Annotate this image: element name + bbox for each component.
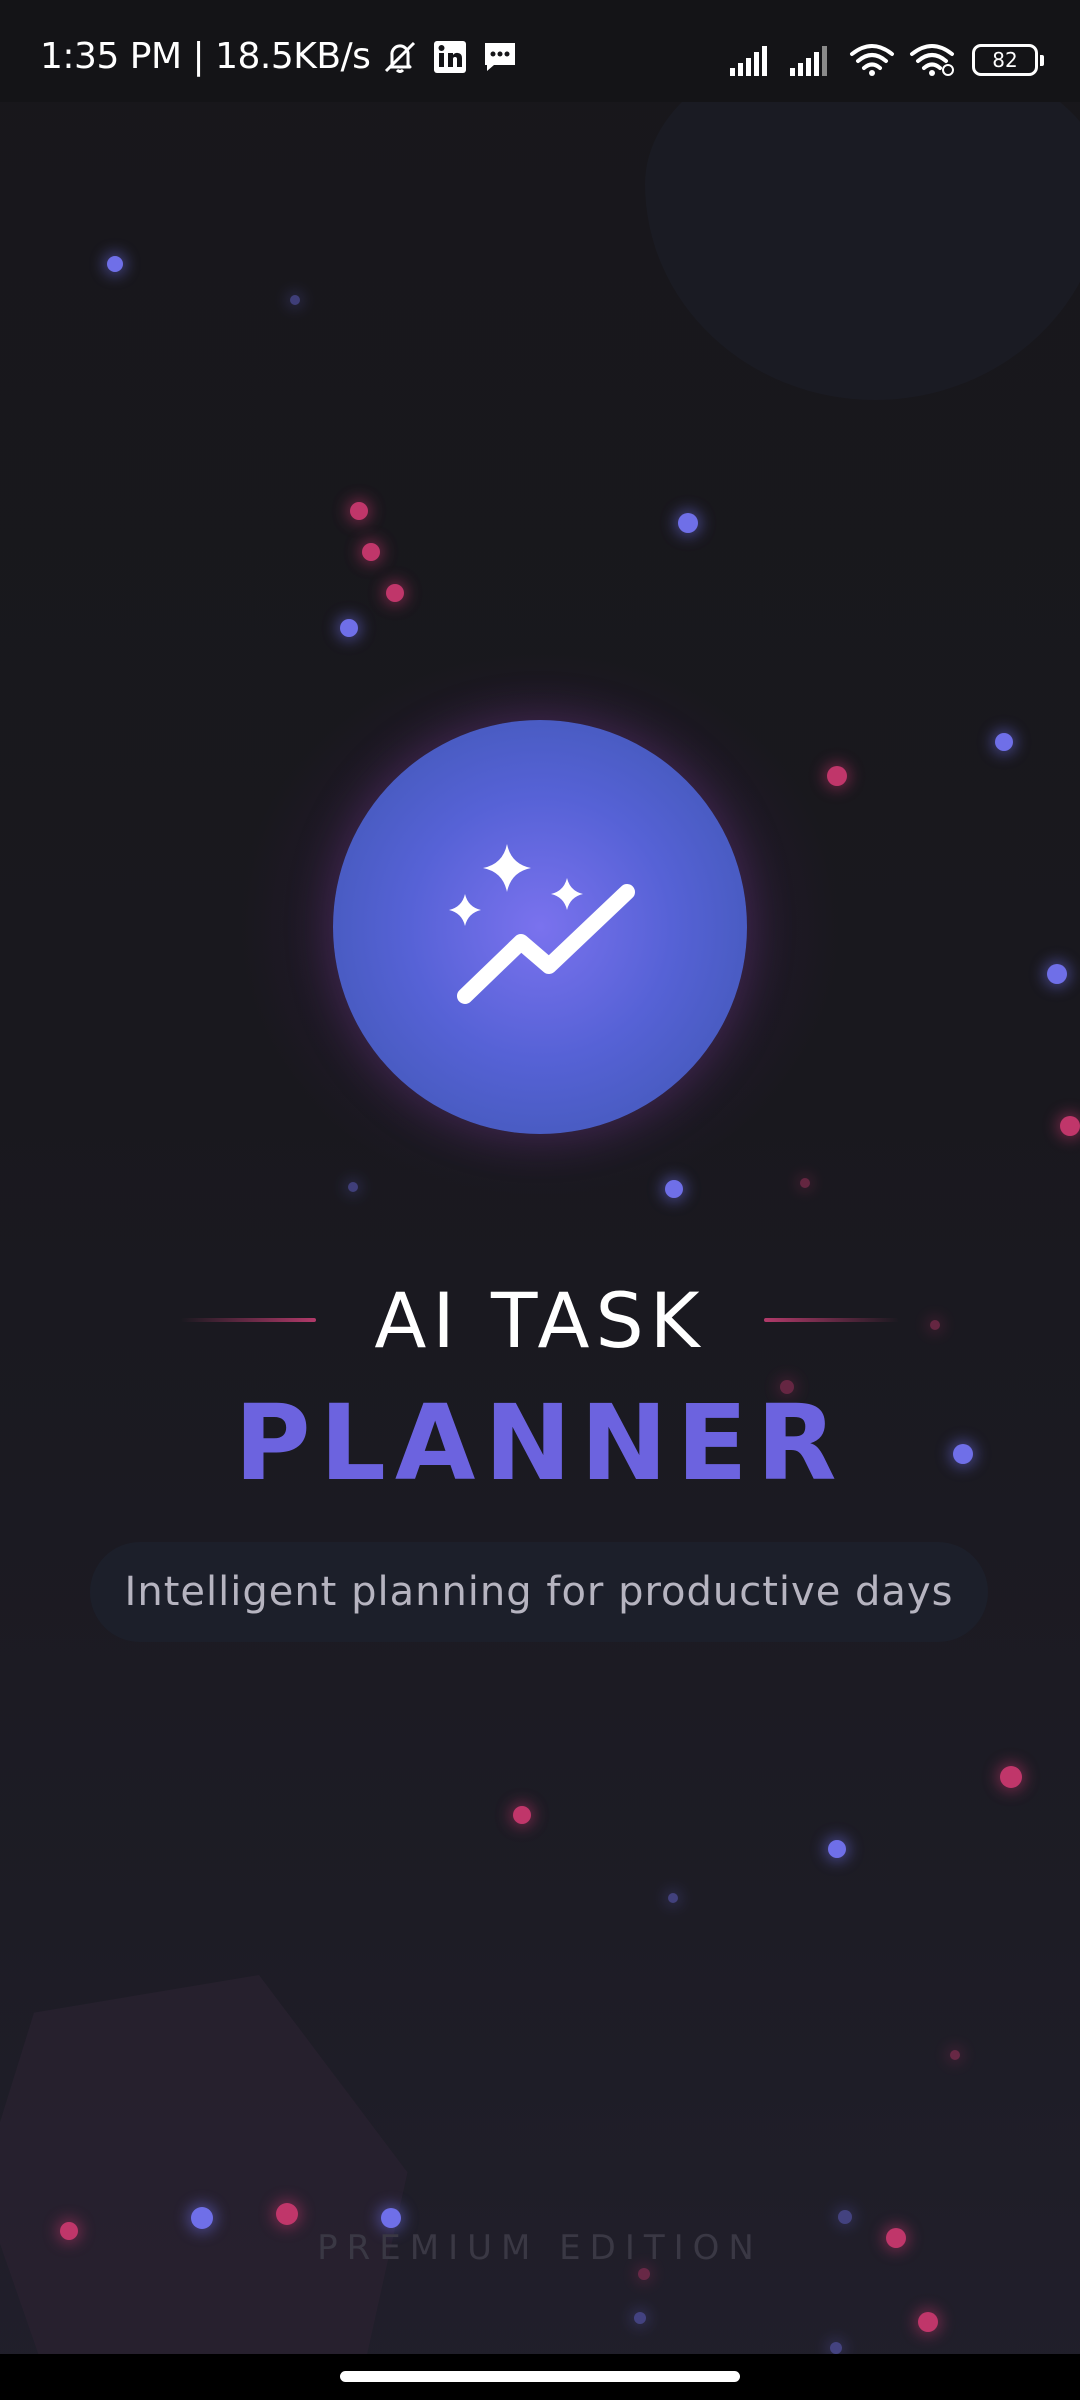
wifi-icon <box>850 44 894 76</box>
particle-dot <box>827 766 847 786</box>
particle-dot <box>513 1806 531 1824</box>
particle-dot <box>1000 1766 1022 1788</box>
signal-icon <box>730 46 767 76</box>
particle-dot <box>350 502 368 520</box>
particle-dot <box>838 2210 852 2224</box>
particle-dot <box>1060 1116 1080 1136</box>
particle-dot <box>830 2342 842 2354</box>
particle-dot <box>638 2268 650 2280</box>
particle-dot <box>191 2207 213 2229</box>
app-title-main: PLANNER <box>234 1382 846 1504</box>
particle-dot <box>668 1893 678 1903</box>
particle-dot <box>665 1180 683 1198</box>
decorative-hexagon <box>0 1975 408 2400</box>
particle-dot <box>362 543 380 561</box>
battery-level: 82 <box>992 48 1018 72</box>
title-divider-left <box>181 1318 317 1322</box>
title-divider-right <box>763 1318 899 1322</box>
edition-label: PREMIUM EDITION <box>317 2228 763 2268</box>
particle-dot <box>1047 964 1067 984</box>
particle-dot <box>340 619 358 637</box>
sparkle-trend-icon <box>449 844 635 1004</box>
home-indicator[interactable] <box>340 2371 740 2382</box>
particle-dot <box>828 1840 846 1858</box>
message-icon <box>485 42 516 71</box>
battery-icon: 82 <box>972 44 1044 76</box>
particle-dot <box>634 2312 646 2324</box>
status-left: 1:35 PM | 18.5KB/s <box>40 36 520 77</box>
linkedin-icon <box>434 40 467 73</box>
particle-dot <box>107 256 123 272</box>
status-time: 1:35 PM | 18.5KB/s <box>40 36 371 77</box>
particle-dot <box>348 1182 358 1192</box>
bell-off-icon <box>385 41 416 73</box>
tagline-pill: Intelligent planning for productive days <box>90 1542 988 1642</box>
particle-dot <box>381 2208 401 2228</box>
app-title-top: AI TASK <box>374 1275 706 1365</box>
particle-dot <box>386 584 404 602</box>
particle-dot <box>950 2050 960 2060</box>
tagline-text: Intelligent planning for productive days <box>124 1569 954 1615</box>
status-right: 82 <box>716 42 1044 78</box>
title-row: AI TASK <box>0 1275 1080 1365</box>
particle-dot <box>918 2312 938 2332</box>
particle-dot <box>995 733 1013 751</box>
particle-dot <box>800 1178 810 1188</box>
wifi-link-icon <box>910 44 954 76</box>
splash-screen: 1:35 PM | 18.5KB/s 82 AI TASK PLANNER In… <box>0 0 1080 2400</box>
status-bar: 1:35 PM | 18.5KB/s 82 <box>0 0 1080 102</box>
particle-dot <box>678 513 698 533</box>
particle-dot <box>276 2203 298 2225</box>
particle-dot <box>290 295 300 305</box>
signal-icon <box>790 46 827 76</box>
